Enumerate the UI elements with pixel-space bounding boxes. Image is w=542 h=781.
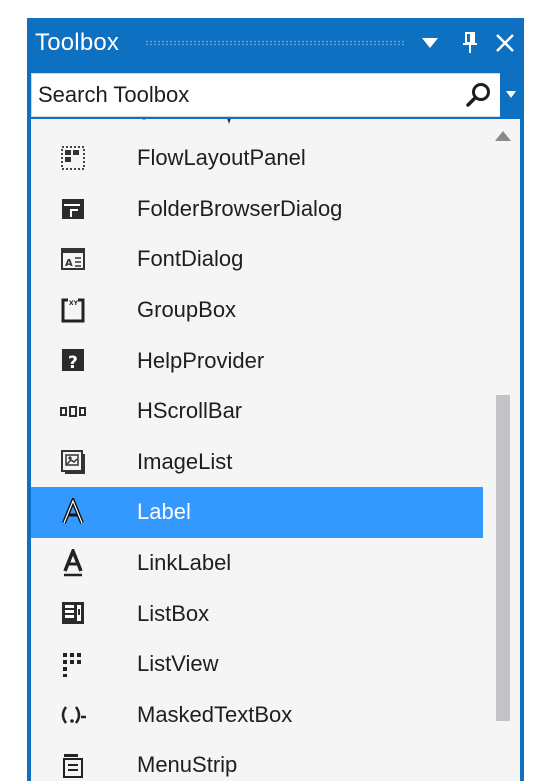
list-item-label: Label	[137, 499, 191, 525]
list-item-folderbrowserdialog[interactable]: FolderBrowserDialog	[31, 184, 483, 235]
close-button[interactable]	[487, 24, 523, 62]
pin-icon	[463, 32, 477, 53]
search-box	[31, 73, 522, 117]
list-item-label: ListView	[137, 651, 219, 677]
list-item-label: GroupBox	[137, 297, 237, 323]
list-item-fontdialog[interactable]: A FontDialog	[31, 234, 483, 285]
list-item-helpprovider[interactable]: ? HelpProvider	[31, 335, 483, 386]
folderbrowserdialog-icon	[59, 195, 87, 223]
scroll-up-arrow-icon[interactable]	[495, 131, 511, 141]
list-item-listview[interactable]: ListView	[31, 639, 483, 690]
window-position-dropdown-button[interactable]	[412, 24, 448, 62]
list-item-maskedtextbox[interactable]: MaskedTextBox	[31, 690, 483, 741]
listbox-icon	[59, 599, 87, 627]
list-item-label-control[interactable]: Label	[31, 487, 483, 538]
list-item-label: MenuStrip	[137, 752, 238, 778]
helpprovider-icon: ?	[59, 346, 87, 374]
list-item-listbox[interactable]: ListBox	[31, 588, 483, 639]
listview-icon	[59, 650, 87, 678]
list-item-label: ListBox	[137, 600, 210, 626]
toolbox-panel: Toolbox Search Toolbox FlowLayoutPanel F…	[27, 18, 524, 781]
list-item-label: FolderBrowserDialog	[137, 195, 343, 221]
label-icon	[59, 495, 87, 526]
list-item-partial	[31, 119, 511, 129]
list-item-label: FlowLayoutPanel	[137, 145, 306, 171]
list-item-label: FontDialog	[137, 246, 244, 272]
vertical-scrollbar[interactable]	[486, 119, 520, 781]
linklabel-icon	[59, 546, 87, 577]
list-item-label: ImageList	[137, 448, 233, 474]
groupbox-icon: XY	[59, 296, 87, 324]
scrollbar-thumb[interactable]	[496, 395, 510, 721]
list-item-menustrip[interactable]: MenuStrip	[31, 740, 483, 781]
flowlayoutpanel-icon	[59, 144, 87, 172]
hscrollbar-icon	[59, 397, 87, 425]
toolbox-title: Toolbox	[35, 29, 120, 56]
list-item-linklabel[interactable]: LinkLabel	[31, 538, 483, 589]
svg-text:XY: XY	[69, 300, 79, 307]
list-item-flowlayoutpanel[interactable]: FlowLayoutPanel	[31, 133, 483, 184]
triangle-down-icon	[422, 38, 438, 48]
search-icon[interactable]	[464, 80, 494, 110]
list-item-hscrollbar[interactable]: HScrollBar	[31, 386, 483, 437]
search-input[interactable]	[32, 74, 478, 116]
toolbox-titlebar[interactable]: Toolbox	[27, 18, 524, 68]
auto-hide-pin-button[interactable]	[452, 24, 488, 62]
list-item-label: MaskedTextBox	[137, 701, 293, 727]
triangle-down-icon	[506, 91, 516, 98]
imagelist-icon	[59, 448, 87, 476]
menustrip-icon	[59, 751, 87, 779]
list-item-label: HScrollBar	[137, 398, 243, 424]
svg-text:A: A	[65, 258, 73, 269]
list-item-label: LinkLabel	[137, 550, 232, 576]
list-item-imagelist[interactable]: ImageList	[31, 437, 483, 488]
toolbox-items: FlowLayoutPanel FolderBrowserDialog A Fo…	[31, 133, 483, 781]
svg-text:?: ?	[68, 353, 78, 373]
fontdialog-icon: A	[59, 245, 87, 273]
list-item-label: HelpProvider	[137, 347, 265, 373]
drag-grip[interactable]	[145, 40, 405, 46]
toolbox-list: FlowLayoutPanel FolderBrowserDialog A Fo…	[31, 119, 520, 781]
close-icon	[496, 34, 514, 52]
search-options-dropdown-button[interactable]	[500, 73, 522, 117]
list-item-groupbox[interactable]: XY GroupBox	[31, 285, 483, 336]
maskedtextbox-icon	[59, 701, 87, 729]
